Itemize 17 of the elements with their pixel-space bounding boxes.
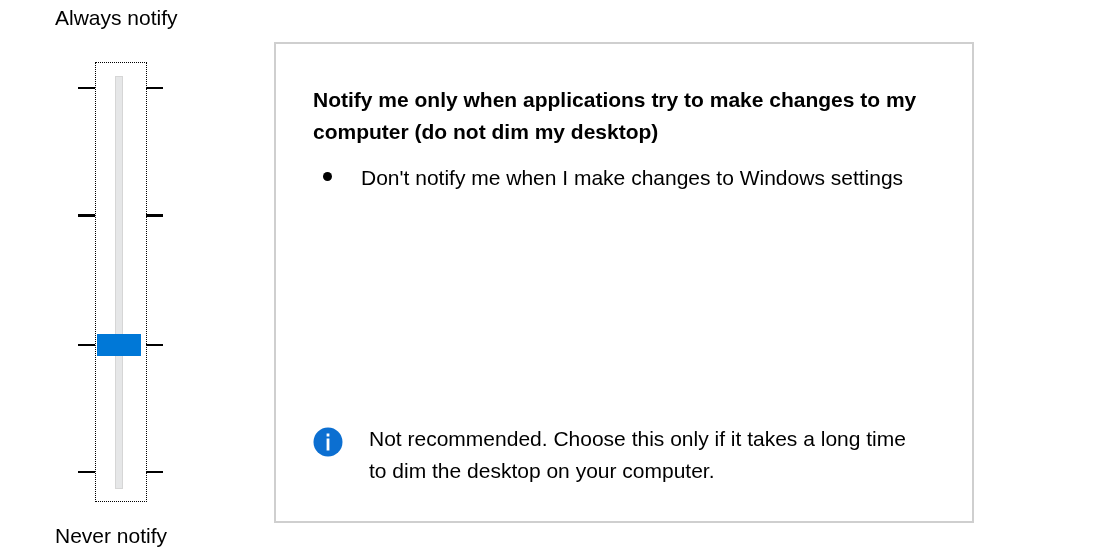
tick-mark xyxy=(78,344,95,346)
tick-mark xyxy=(146,214,163,217)
slider-thumb[interactable] xyxy=(97,334,141,356)
tick-mark xyxy=(78,87,95,89)
tick-mark xyxy=(78,214,95,217)
tick-mark xyxy=(146,471,163,473)
slider-label: Never notify xyxy=(55,524,168,548)
tick-mark xyxy=(78,471,95,473)
bullet-icon xyxy=(323,172,332,181)
slider[interactable] xyxy=(95,62,147,502)
info-icon xyxy=(313,427,343,457)
note-text: Not recommended. Choose this only if it takes a long time to dim the desktop on your computer. xyxy=(369,426,907,484)
slider-label: Always notify xyxy=(55,6,178,30)
bullet-text: Don't notify me when I make changes to Windows settings xyxy=(361,165,905,191)
tick-mark xyxy=(146,344,163,346)
tick-mark xyxy=(146,87,163,89)
option-title: Notify me only when applications try to make changes to my computer (do not dim my desktop) xyxy=(313,87,918,145)
